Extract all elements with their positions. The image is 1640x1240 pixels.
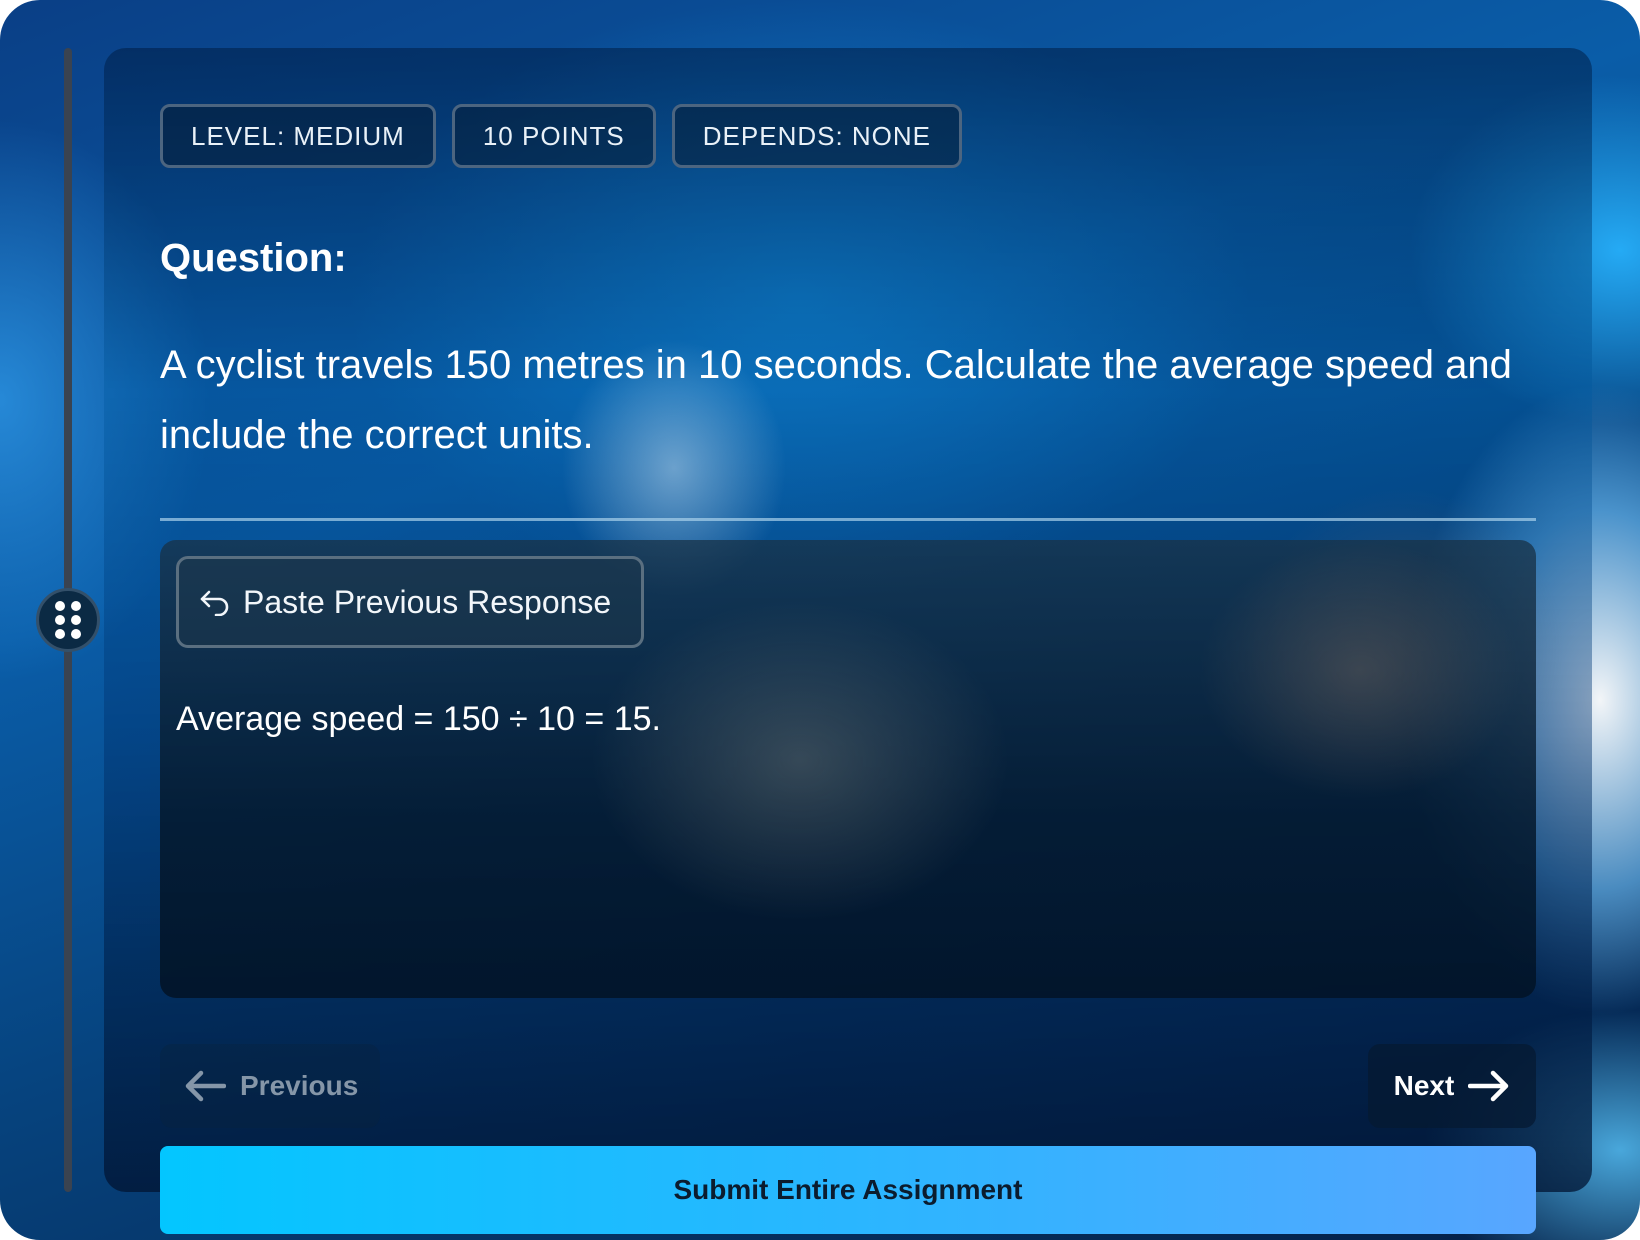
points-badge: 10 POINTS <box>451 104 656 168</box>
depends-badge: DEPENDS: NONE <box>671 104 963 168</box>
drag-dots-icon <box>55 601 81 639</box>
previous-button[interactable]: Previous <box>160 1044 380 1128</box>
question-card: LEVEL: MEDIUM 10 POINTS DEPENDS: NONE Qu… <box>104 48 1592 1234</box>
next-button[interactable]: Next <box>1368 1044 1536 1128</box>
paste-button-label: Paste Previous Response <box>243 583 612 620</box>
next-label: Next <box>1393 1070 1455 1101</box>
submit-assignment-button[interactable]: Submit Entire Assignment <box>160 1146 1536 1234</box>
return-arrow-icon <box>200 590 229 616</box>
answer-text[interactable]: Average speed = 150 ÷ 10 = 15. <box>176 700 661 739</box>
level-badge: LEVEL: MEDIUM <box>160 104 436 168</box>
answer-editor[interactable]: Paste Previous Response Average speed = … <box>160 540 1536 998</box>
paste-previous-response-button[interactable]: Paste Previous Response <box>176 556 644 648</box>
question-text: A cyclist travels 150 metres in 10 secon… <box>160 343 1512 457</box>
arrow-left-icon <box>185 1070 226 1102</box>
divider <box>160 518 1536 521</box>
previous-label: Previous <box>240 1070 359 1101</box>
drag-handle[interactable] <box>36 588 100 652</box>
arrow-right-icon <box>1468 1070 1509 1102</box>
badge-row: LEVEL: MEDIUM 10 POINTS DEPENDS: NONE <box>160 104 963 168</box>
app-screen: LEVEL: MEDIUM 10 POINTS DEPENDS: NONE Qu… <box>0 0 1640 1240</box>
question-heading: Question: <box>160 236 347 280</box>
